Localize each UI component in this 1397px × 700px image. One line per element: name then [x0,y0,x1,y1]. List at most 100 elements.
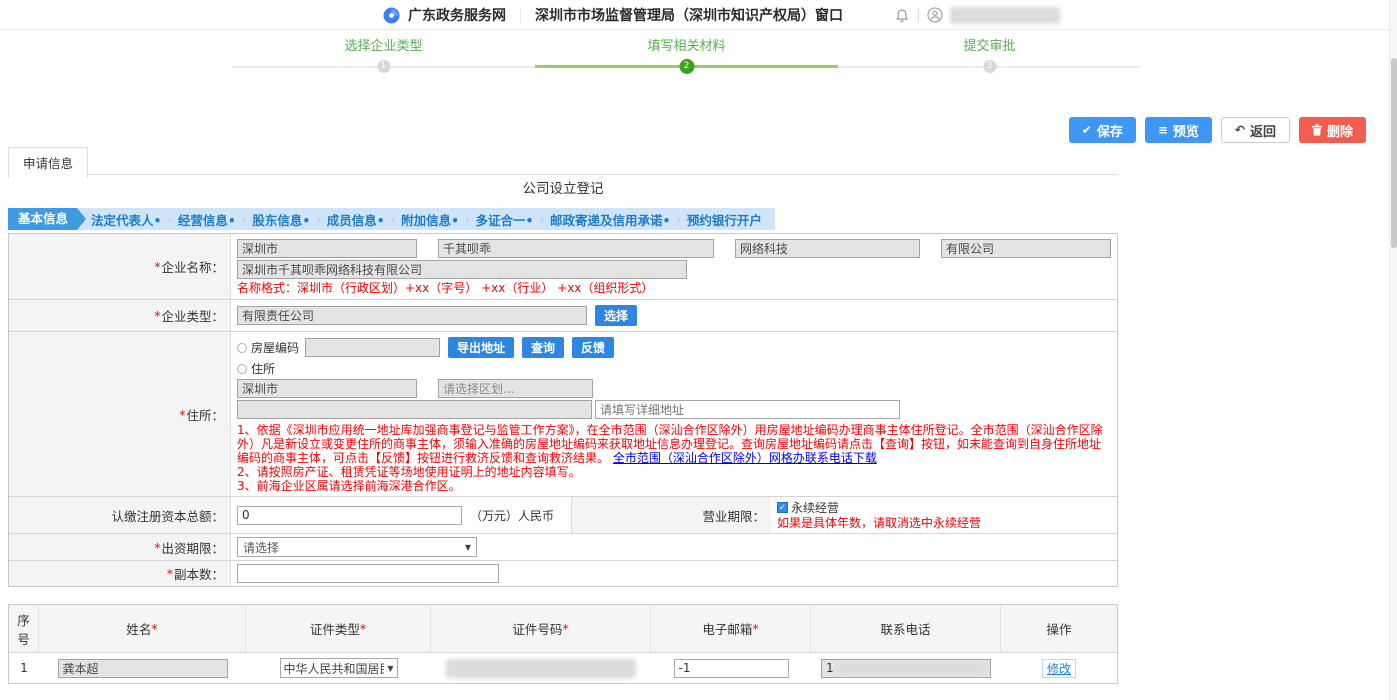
bell-icon[interactable] [895,8,909,23]
copies-row: * 副本数： [9,561,1117,586]
main-tab-strip: 申请信息 [8,147,1118,175]
member-email-input[interactable] [674,659,789,678]
list-icon: ≡ [1158,123,1168,137]
address-hint-2: 2、请按照房产证、租赁凭证等场地使用证明上的地址内容填写。 [237,465,1111,479]
enterprise-type-label: * 企业类型： [9,300,231,331]
save-button[interactable]: ✔ 保存 [1069,117,1136,143]
col-name: 姓名* [39,605,246,652]
address-hints: 1、依据《深圳市应用统一地址库加强商事登记与监管工作方案》，在全市范围（深汕合作… [237,423,1111,493]
col-index: 序号 [9,605,39,652]
step-dot: 1 [377,60,390,73]
return-arrow-icon: ↶ [1235,123,1245,137]
residence-radio[interactable] [237,364,247,374]
col-phone: 联系电话 [811,605,1001,652]
preview-button[interactable]: ≡ 预览 [1145,117,1212,143]
back-button[interactable]: ↶ 返回 [1221,117,1290,143]
choose-type-button[interactable]: 选择 [595,305,637,326]
enterprise-type-row: * 企业类型： 选择 [9,300,1117,332]
col-id-number: 证件号码* [431,605,651,652]
query-button[interactable]: 查询 [522,337,564,358]
member-table-header: 序号 姓名* 证件类型* 证件号码* 电子邮箱* 联系电话 操作 [9,605,1117,652]
address-hint-3: 3、前海企业区属请选择前海深港合作区。 [237,479,1111,493]
capital-term-row: 认缴注册资本总额： （万元）人民币 营业期限： ✓ 永续经营 如果是具体年数，请… [9,497,1117,534]
top-header: 广东政务服务网 ｜ 深圳市市场监督管理局（深圳市知识产权局）窗口 | [0,0,1397,30]
member-phone-input: 1 [821,659,991,678]
tab-legal-representative[interactable]: 法定代表人• [86,210,167,229]
window-title: 深圳市市场监督管理局（深圳市知识产权局）窗口 [535,5,843,25]
tab-application-info[interactable]: 申请信息 [8,147,88,179]
registered-capital-label: 认缴注册资本总额： [9,497,231,533]
contribution-term-label: * 出资期限： [9,534,231,560]
export-address-button[interactable]: 导出地址 [448,337,514,358]
feedback-button[interactable]: 反馈 [572,337,614,358]
phone-redacted [836,662,986,675]
header-right-divider: | [916,8,920,23]
page: 广东政务服务网 ｜ 深圳市市场监督管理局（深圳市知识产权局）窗口 | [0,0,1397,700]
delete-button[interactable]: 删除 [1299,117,1366,143]
enterprise-name-label: * 企业名称： [9,234,231,299]
row-index: 1 [9,653,39,683]
step-wizard: 选择企业类型 1 填写相关材料 2 提交审批 3 [232,36,1142,80]
name-orgform-input [941,239,1111,258]
step-label: 提交审批 [838,36,1141,58]
step-fill-materials: 填写相关材料 2 [535,36,838,80]
tab-postal-credit[interactable]: 邮政寄递及信用承诺• [545,210,676,229]
chevron-down-icon: ▼ [387,664,393,673]
registered-capital-input[interactable] [237,506,462,525]
step-label: 填写相关材料 [535,36,838,58]
chevron-down-icon: ▼ [465,543,471,552]
id-number-redacted [446,659,636,678]
step-dot: 3 [983,60,996,73]
name-industry-input [735,239,920,258]
house-code-input [305,338,440,357]
scrollbar-thumb[interactable] [1391,58,1397,248]
business-term-hint: 如果是具体年数，请取消选中永续经营 [777,516,1111,531]
tab-member-info[interactable]: 成员信息• [322,210,390,229]
header-title-group: 广东政务服务网 ｜ 深圳市市场监督管理局（深圳市知识产权局）窗口 [383,0,843,30]
tab-business-info[interactable]: 经营信息• [173,210,241,229]
check-icon: ✔ [1082,123,1092,137]
member-name-input [58,659,228,678]
residence-radio-label: 住所 [251,360,275,377]
full-name-input [237,260,687,279]
perpetual-operation-label: 永续经营 [791,499,839,516]
member-table: 序号 姓名* 证件类型* 证件号码* 电子邮箱* 联系电话 操作 1 中华人民共… [8,604,1118,684]
basic-info-form: * 企业名称： 名称格式：深圳市（行政区划）+xx（字号） +xx（行业） +x… [8,233,1118,587]
col-email: 电子邮箱* [651,605,811,652]
contribution-term-select[interactable]: 请选择 ▼ [237,537,477,557]
copies-input[interactable] [237,564,499,583]
modify-button[interactable]: 修改 [1042,659,1076,678]
contribution-term-row: * 出资期限： 请选择 ▼ [9,534,1117,561]
user-name-redacted[interactable] [950,7,1060,24]
tab-bank-appointment[interactable]: 预约银行开户 [682,210,767,229]
address-detail-input[interactable] [595,400,900,419]
page-title: 公司设立登记 [0,177,1126,194]
id-type-select[interactable]: 中华人民共和国居民 ▼ [280,658,398,678]
tab-shareholder-info[interactable]: 股东信息• [247,210,315,229]
enterprise-name-row: * 企业名称： 名称格式：深圳市（行政区划）+xx（字号） +xx（行业） +x… [9,234,1117,300]
tab-additional-info[interactable]: 附加信息• [396,210,464,229]
name-city-input [237,239,417,258]
copies-label: * 副本数： [9,561,231,586]
step-dot-active: 2 [679,59,694,74]
address-district-select[interactable] [438,379,593,398]
perpetual-operation-checkbox[interactable]: ✓ [777,502,788,513]
col-id-type: 证件类型* [246,605,431,652]
section-nav-tabs: 基本信息 法定代表人• › 经营信息• › 股东信息• › 成员信息• › 附加… [8,208,775,230]
col-action: 操作 [1001,605,1117,652]
member-row: 1 中华人民共和国居民 ▼ 1 [9,652,1117,683]
tab-multi-cert[interactable]: 多证合一• [471,210,539,229]
step-submit-approval: 提交审批 3 [838,36,1141,80]
address-label: * 住所： [9,332,231,496]
house-code-radio[interactable] [237,343,247,353]
house-code-radio-label: 房屋编码 [251,339,299,356]
header-divider: ｜ [514,6,527,25]
tab-basic-info[interactable]: 基本信息 [8,208,86,230]
scrollbar-track[interactable] [1389,0,1397,700]
user-avatar-icon[interactable] [927,7,943,23]
address-row: * 住所： 房屋编码 导出地址 查询 反馈 住所 [9,332,1117,497]
step-label: 选择企业类型 [232,36,535,58]
address-street-input [237,400,592,419]
header-user-area: | [895,0,1060,30]
grid-phone-download-link[interactable]: 全市范围（深汕合作区除外）网格办联系电话下载 [613,451,877,465]
